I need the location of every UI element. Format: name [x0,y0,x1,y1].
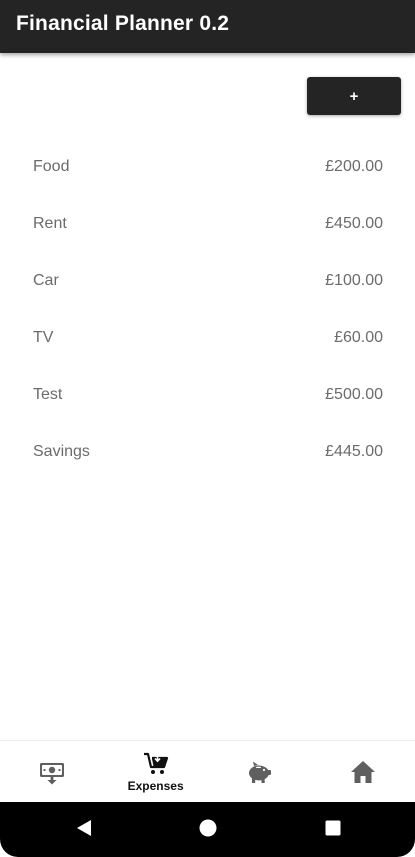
bottom-navigation: Expenses [0,740,415,803]
expense-amount: £500.00 [325,386,383,403]
nav-item-home[interactable] [311,741,415,803]
income-icon [39,759,65,785]
expense-amount: £445.00 [325,443,383,460]
expense-amount: £200.00 [325,158,383,175]
expense-row[interactable]: Test £500.00 [0,368,415,425]
expense-row[interactable]: Savings £445.00 [0,425,415,482]
system-navigation-bar [0,802,415,857]
expense-name: Savings [33,443,90,460]
expense-amount: £450.00 [325,215,383,232]
expense-row[interactable]: Rent £450.00 [0,197,415,254]
back-icon [75,819,93,842]
app-screen: Financial Planner 0.2 + Food £200.00 Ren… [0,0,415,857]
expense-name: Car [33,272,59,289]
home-circle-icon [199,819,217,842]
system-home-button[interactable] [194,816,222,844]
expense-row[interactable]: Car £100.00 [0,254,415,311]
expense-amount: £60.00 [334,329,383,346]
expense-name: Test [33,386,63,403]
home-icon [350,760,376,784]
system-back-button[interactable] [70,816,98,844]
expense-row[interactable]: TV £60.00 [0,311,415,368]
expense-list: Food £200.00 Rent £450.00 Car £100.00 TV… [0,140,415,482]
nav-label-expenses: Expenses [127,778,184,793]
nav-item-savings[interactable] [208,741,312,803]
expense-row[interactable]: Food £200.00 [0,140,415,197]
app-bar: Financial Planner 0.2 [0,0,415,53]
nav-item-income[interactable] [0,741,104,803]
cart-icon [143,752,169,776]
expense-name: Rent [33,215,67,232]
recents-icon [325,820,341,841]
nav-item-expenses[interactable]: Expenses [104,741,208,803]
expense-amount: £100.00 [325,272,383,289]
add-expense-button[interactable]: + [307,77,401,115]
system-recents-button[interactable] [319,816,347,844]
piggy-bank-icon [245,760,273,784]
app-title: Financial Planner 0.2 [16,12,230,35]
expense-name: Food [33,158,70,175]
expense-name: TV [33,329,54,346]
